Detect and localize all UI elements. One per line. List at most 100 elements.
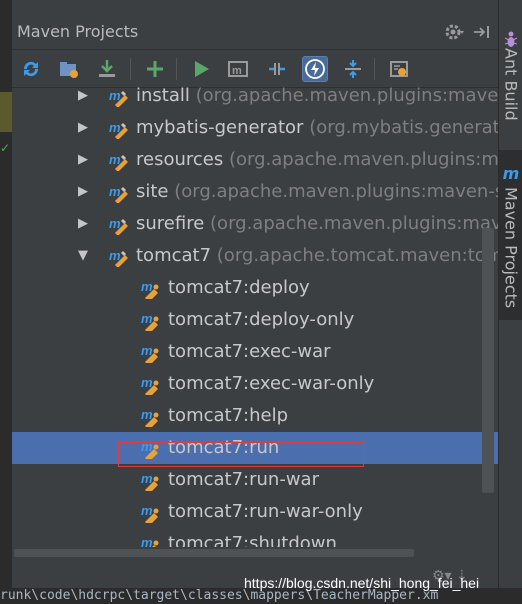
- plugin-name: surefire: [136, 213, 205, 234]
- plugin-label: site (org.apache.maven.plugins:maven-sit…: [136, 176, 498, 208]
- goal-label: tomcat7:exec-war-only: [168, 373, 375, 394]
- panel-titlebar: Maven Projects: [12, 14, 498, 50]
- right-tool-strip: Ant Build m Maven Projects: [498, 0, 522, 590]
- tab-maven-projects[interactable]: m Maven Projects: [499, 150, 522, 320]
- goal-label: tomcat7:help: [168, 405, 289, 426]
- watermark: https://blog.csdn.net/shi_hong_fei_hei: [244, 575, 480, 591]
- maven-goal-icon: m: [140, 502, 162, 526]
- svg-text:m: m: [141, 279, 153, 294]
- tree-row-plugin[interactable]: ▶ m install (org.apache.maven.plugins:mave…: [12, 80, 498, 112]
- maven-goal-icon: m: [140, 278, 162, 302]
- collapsed-arrow-icon[interactable]: ▶: [78, 112, 94, 144]
- reimport-icon[interactable]: [18, 56, 44, 82]
- tree-row-plugin[interactable]: ▶ m mybatis-generator (org.mybatis.generat…: [12, 112, 498, 144]
- tree-row-goal[interactable]: m tomcat7:run-war-only: [12, 496, 498, 528]
- maven-plugin-icon: m: [108, 246, 130, 268]
- plugin-label: install (org.apache.maven.plugins:maven-…: [136, 80, 498, 112]
- tree-row-goal[interactable]: m tomcat7:deploy: [12, 272, 498, 304]
- plugin-coordinates: (org.apache.maven.plugins:maven-i: [195, 85, 498, 106]
- run-icon[interactable]: [188, 56, 214, 82]
- panel-title: Maven Projects: [17, 22, 139, 41]
- settings-icon[interactable]: [386, 56, 412, 82]
- collapsed-arrow-icon[interactable]: ▶: [78, 80, 94, 112]
- gutter-highlight: [0, 92, 12, 132]
- tree-row-plugin[interactable]: ▶ m resources (org.apache.maven.plugins:ma…: [12, 144, 498, 176]
- tree-row-goal[interactable]: m tomcat7:exec-war-only: [12, 368, 498, 400]
- maven-goal-icon: m: [140, 310, 162, 334]
- tab-maven-projects-label: Maven Projects: [501, 187, 521, 309]
- maven-plugin-icon: m: [108, 150, 130, 172]
- maven-icon: m: [502, 164, 520, 183]
- svg-text:m: m: [141, 503, 153, 518]
- svg-text:m: m: [109, 152, 121, 167]
- plugin-coordinates: (org.apache.maven.plugins:mave: [228, 149, 498, 170]
- plugin-name: site: [136, 181, 169, 202]
- svg-text:m: m: [141, 375, 153, 390]
- goal-label: tomcat7:deploy: [168, 277, 310, 298]
- goal-label: tomcat7:deploy-only: [168, 309, 355, 330]
- tree-row-plugin[interactable]: ▶ m surefire (org.apache.maven.plugins:mav…: [12, 208, 498, 240]
- svg-text:m: m: [141, 407, 153, 422]
- tree-row-goal[interactable]: m tomcat7:deploy-only: [12, 304, 498, 336]
- skip-tests-icon[interactable]: [302, 56, 328, 82]
- maven-plugin-icon: m: [108, 214, 130, 236]
- svg-text:m: m: [141, 311, 153, 326]
- tree-row-goal[interactable]: m tomcat7:exec-war: [12, 336, 498, 368]
- svg-text:m: m: [141, 471, 153, 486]
- horizontal-scroll-thumb[interactable]: [14, 549, 414, 557]
- plugin-label: resources (org.apache.maven.plugins:mave: [136, 144, 498, 176]
- execute-goal-icon[interactable]: m: [226, 56, 252, 82]
- editor-gutter: ✓: [0, 0, 12, 604]
- goal-label: tomcat7:exec-war: [168, 341, 331, 362]
- plugin-name: mybatis-generator: [136, 117, 304, 138]
- maven-goal-icon: m: [140, 374, 162, 398]
- collapsed-arrow-icon[interactable]: ▶: [78, 176, 94, 208]
- maven-projects-panel: Maven Projects m ▶ m install (org.apache…: [12, 0, 498, 590]
- svg-text:m: m: [109, 248, 121, 263]
- maven-goal-icon: m: [140, 470, 162, 494]
- tab-ant-build[interactable]: Ant Build: [499, 30, 522, 140]
- plugin-coordinates: (org.mybatis.generator: [309, 117, 498, 138]
- plugin-label: tomcat7 (org.apache.tomcat.maven:tomca: [136, 240, 498, 272]
- tree-row-goal[interactable]: m tomcat7:run-war: [12, 464, 498, 496]
- download-icon[interactable]: [94, 56, 120, 82]
- tree-row-plugin[interactable]: ▼ m tomcat7 (org.apache.tomcat.maven:tomca: [12, 240, 498, 272]
- plugin-name: tomcat7: [136, 245, 212, 266]
- tree-row-plugin[interactable]: ▶ m site (org.apache.maven.plugins:maven-s…: [12, 176, 498, 208]
- maven-tree: ▶ m install (org.apache.maven.plugins:mave…: [12, 80, 498, 580]
- svg-text:m: m: [109, 184, 121, 199]
- expanded-arrow-icon[interactable]: ▼: [78, 240, 94, 272]
- plugin-coordinates: (org.apache.maven.plugins:maven-site: [174, 181, 498, 202]
- toggle-offline-icon[interactable]: [264, 56, 290, 82]
- add-icon[interactable]: [142, 56, 168, 82]
- svg-text:m: m: [109, 120, 121, 135]
- tree-row-goal[interactable]: m tomcat7:help: [12, 400, 498, 432]
- ant-icon: [504, 31, 518, 47]
- hide-panel-icon[interactable]: [472, 22, 492, 42]
- plugin-coordinates: (org.apache.tomcat.maven:tomca: [216, 245, 498, 266]
- plugin-coordinates: (org.apache.maven.plugins:maven: [210, 213, 498, 234]
- maven-goal-icon: m: [140, 406, 162, 430]
- collapse-all-icon[interactable]: [340, 56, 366, 82]
- generate-sources-icon[interactable]: [56, 56, 82, 82]
- maven-plugin-icon: m: [108, 118, 130, 140]
- svg-text:m: m: [109, 88, 121, 103]
- svg-text:m: m: [141, 343, 153, 358]
- svg-text:m: m: [109, 216, 121, 231]
- check-icon: ✓: [0, 141, 11, 155]
- plugin-label: mybatis-generator (org.mybatis.generator: [136, 112, 498, 144]
- gear-icon[interactable]: [444, 22, 464, 42]
- maven-plugin-icon: m: [108, 182, 130, 204]
- goal-label: tomcat7:run-war-only: [168, 501, 363, 522]
- plugin-name: resources: [136, 149, 224, 170]
- tab-ant-build-label: Ant Build: [501, 48, 521, 121]
- horizontal-scrollbar[interactable]: [12, 547, 498, 559]
- collapsed-arrow-icon[interactable]: ▶: [78, 208, 94, 240]
- plugin-label: surefire (org.apache.maven.plugins:maven: [136, 208, 498, 240]
- vertical-scrollbar[interactable]: [482, 228, 494, 493]
- highlight-box: [118, 442, 364, 467]
- goal-label: tomcat7:run-war: [168, 469, 319, 490]
- collapsed-arrow-icon[interactable]: ▶: [78, 144, 94, 176]
- maven-goal-icon: m: [140, 342, 162, 366]
- svg-text:m: m: [232, 65, 242, 77]
